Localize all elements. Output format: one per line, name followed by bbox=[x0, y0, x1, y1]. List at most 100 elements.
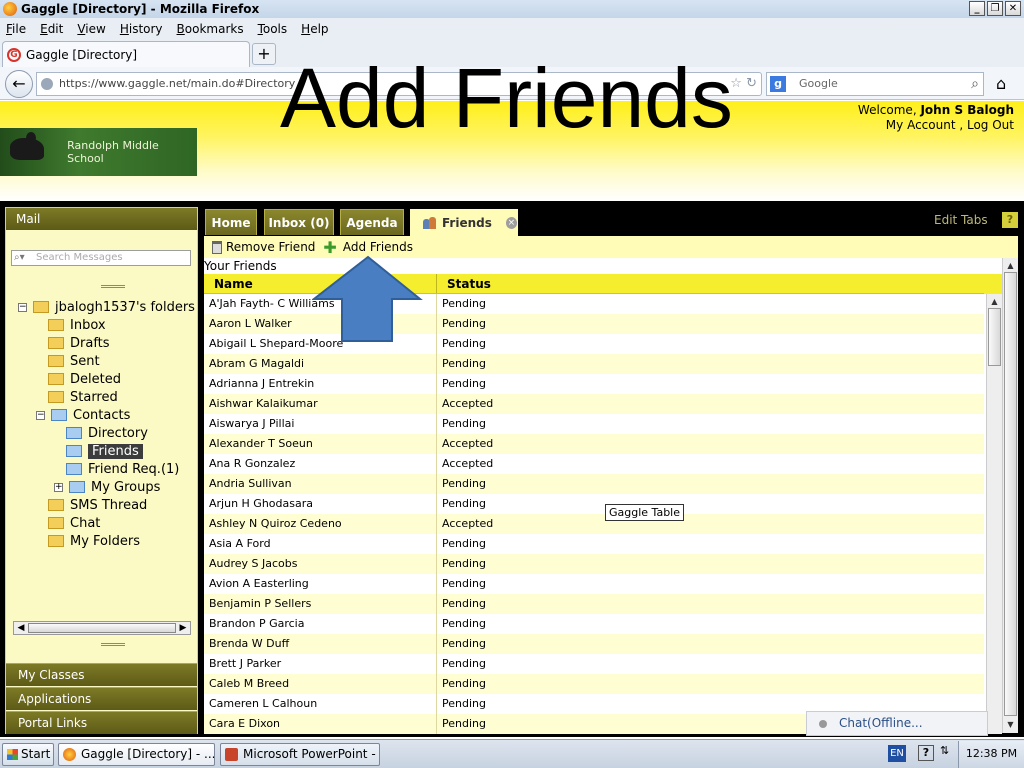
scroll-right-icon[interactable]: ▶ bbox=[177, 622, 189, 634]
collapse-icon[interactable]: − bbox=[36, 410, 45, 420]
browser-tab[interactable]: G Gaggle [Directory] bbox=[2, 41, 250, 67]
menu-bookmarks[interactable]: Bookmarks bbox=[177, 22, 244, 36]
table-row[interactable]: Aishwar Kalaikumar Accepted bbox=[204, 394, 984, 414]
tree-label: Contacts bbox=[73, 407, 131, 423]
magnifier-icon[interactable]: ⌕ bbox=[971, 73, 979, 95]
menu-help[interactable]: Help bbox=[301, 22, 328, 36]
trash-icon[interactable] bbox=[212, 240, 222, 254]
folder-my-groups[interactable]: + My Groups bbox=[54, 478, 160, 496]
scroll-down-icon[interactable]: ▼ bbox=[1004, 719, 1017, 731]
close-button[interactable]: ✕ bbox=[1005, 1, 1021, 16]
search-messages-input[interactable]: ⌕▾ Search Messages bbox=[11, 250, 191, 266]
scroll-thumb[interactable] bbox=[988, 308, 1001, 366]
tree-horizontal-scrollbar[interactable]: ◀ ▶ bbox=[13, 621, 191, 635]
my-account-link[interactable]: My Account bbox=[886, 118, 956, 132]
help-tray-icon[interactable]: ? bbox=[918, 745, 934, 761]
table-row[interactable]: Adrianna J Entrekin Pending bbox=[204, 374, 984, 394]
folder-directory[interactable]: Directory bbox=[66, 424, 148, 442]
table-row[interactable]: Arjun H Ghodasara Pending bbox=[204, 494, 984, 514]
back-arrow-icon[interactable]: ← bbox=[5, 70, 33, 98]
table-row[interactable]: Benjamin P Sellers Pending bbox=[204, 594, 984, 614]
edit-tabs-link[interactable]: Edit Tabs bbox=[934, 213, 988, 227]
friends-icon bbox=[423, 217, 436, 229]
folder-inbox[interactable]: Inbox bbox=[48, 316, 106, 334]
table-vertical-scrollbar[interactable]: ▲ bbox=[986, 294, 1002, 734]
restore-button[interactable]: ❐ bbox=[987, 1, 1003, 16]
table-row[interactable]: Audrey S Jacobs Pending bbox=[204, 554, 984, 574]
table-row[interactable]: Brenda W Duff Pending bbox=[204, 634, 984, 654]
clock[interactable]: 12:38 PM bbox=[958, 741, 1024, 768]
folder-my-folders[interactable]: My Folders bbox=[48, 532, 140, 550]
gaggle-favicon-icon: G bbox=[7, 47, 21, 62]
menu-history[interactable]: History bbox=[120, 22, 163, 36]
home-icon[interactable]: ⌂ bbox=[996, 74, 1006, 93]
table-row[interactable]: Avion A Easterling Pending bbox=[204, 574, 984, 594]
table-row[interactable]: Ashley N Quiroz Cedeno Accepted bbox=[204, 514, 984, 534]
taskbar-item-firefox[interactable]: Gaggle [Directory] - ... bbox=[58, 743, 215, 766]
table-row[interactable]: Ana R Gonzalez Accepted bbox=[204, 454, 984, 474]
folder-friend-requests[interactable]: Friend Req.(1) bbox=[66, 460, 179, 478]
nav-my-classes[interactable]: My Classes bbox=[6, 663, 197, 686]
expand-icon[interactable]: + bbox=[54, 482, 63, 492]
folder-contacts[interactable]: − Contacts bbox=[36, 406, 130, 424]
tree-root[interactable]: − jbalogh1537's folders bbox=[18, 298, 195, 316]
tab-inbox[interactable]: Inbox (0) bbox=[264, 209, 334, 235]
add-icon[interactable]: ✚ bbox=[323, 238, 336, 257]
nav-portal-links[interactable]: Portal Links bbox=[6, 711, 197, 734]
scroll-thumb[interactable] bbox=[1004, 272, 1017, 716]
column-header-status[interactable]: Status bbox=[437, 274, 491, 293]
browser-tab-label: Gaggle [Directory] bbox=[26, 47, 138, 62]
menu-tools[interactable]: Tools bbox=[258, 22, 288, 36]
panel-splitter[interactable] bbox=[101, 643, 125, 646]
add-friends-button[interactable]: Add Friends bbox=[343, 240, 413, 254]
search-input[interactable]: g Google ⌕ bbox=[766, 72, 984, 96]
help-icon[interactable]: ? bbox=[1002, 212, 1018, 228]
language-indicator[interactable]: EN bbox=[888, 745, 906, 762]
start-button[interactable]: Start bbox=[2, 743, 54, 766]
folder-starred[interactable]: Starred bbox=[48, 388, 118, 406]
network-icon[interactable]: ⇅ bbox=[940, 744, 949, 757]
folder-friends[interactable]: Friends bbox=[66, 442, 143, 460]
table-row[interactable]: Abram G Magaldi Pending bbox=[204, 354, 984, 374]
scroll-left-icon[interactable]: ◀ bbox=[15, 622, 27, 634]
folder-sent[interactable]: Sent bbox=[48, 352, 100, 370]
tab-home[interactable]: Home bbox=[205, 209, 257, 235]
menu-view[interactable]: View bbox=[77, 22, 105, 36]
table-row[interactable]: Aiswarya J Pillai Pending bbox=[204, 414, 984, 434]
mail-header[interactable]: Mail bbox=[6, 208, 197, 230]
taskbar-item-powerpoint[interactable]: Microsoft PowerPoint - [... bbox=[220, 743, 380, 766]
folder-sms-thread[interactable]: SMS Thread bbox=[48, 496, 147, 514]
new-tab-button[interactable]: + bbox=[252, 43, 276, 65]
scroll-up-icon[interactable]: ▲ bbox=[1004, 260, 1017, 272]
tab-friends[interactable]: Friends × bbox=[410, 209, 518, 237]
remove-friend-button[interactable]: Remove Friend bbox=[226, 240, 315, 254]
reload-icon[interactable]: ↻ bbox=[746, 76, 757, 91]
search-placeholder: Google bbox=[799, 77, 838, 90]
tree-label: Deleted bbox=[70, 371, 121, 387]
table-row[interactable]: Caleb M Breed Pending bbox=[204, 674, 984, 694]
table-row[interactable]: Asia A Ford Pending bbox=[204, 534, 984, 554]
table-row[interactable]: Brandon P Garcia Pending bbox=[204, 614, 984, 634]
scroll-thumb[interactable] bbox=[28, 623, 176, 633]
minimize-button[interactable]: _ bbox=[969, 1, 985, 16]
panel-splitter[interactable] bbox=[101, 285, 125, 288]
table-row[interactable]: Brett J Parker Pending bbox=[204, 654, 984, 674]
close-tab-icon[interactable]: × bbox=[505, 217, 517, 229]
page-vertical-scrollbar[interactable]: ▲ ▼ bbox=[1002, 258, 1018, 733]
friend-name-cell: Audrey S Jacobs bbox=[204, 554, 437, 574]
folder-deleted[interactable]: Deleted bbox=[48, 370, 121, 388]
folder-chat[interactable]: Chat bbox=[48, 514, 100, 532]
scroll-up-icon[interactable]: ▲ bbox=[988, 296, 1001, 308]
table-row[interactable]: Alexander T Soeun Accepted bbox=[204, 434, 984, 454]
menu-file[interactable]: File bbox=[6, 22, 26, 36]
chat-status-bar[interactable]: Chat(Offline... bbox=[806, 711, 988, 736]
folder-drafts[interactable]: Drafts bbox=[48, 334, 110, 352]
table-row[interactable]: Andria Sullivan Pending bbox=[204, 474, 984, 494]
menu-edit[interactable]: Edit bbox=[40, 22, 63, 36]
tree-label: My Folders bbox=[70, 533, 140, 549]
google-icon[interactable]: g bbox=[770, 76, 786, 92]
collapse-icon[interactable]: − bbox=[18, 302, 27, 312]
nav-applications[interactable]: Applications bbox=[6, 687, 197, 710]
tab-agenda[interactable]: Agenda bbox=[340, 209, 404, 235]
logout-link[interactable]: Log Out bbox=[967, 118, 1014, 132]
